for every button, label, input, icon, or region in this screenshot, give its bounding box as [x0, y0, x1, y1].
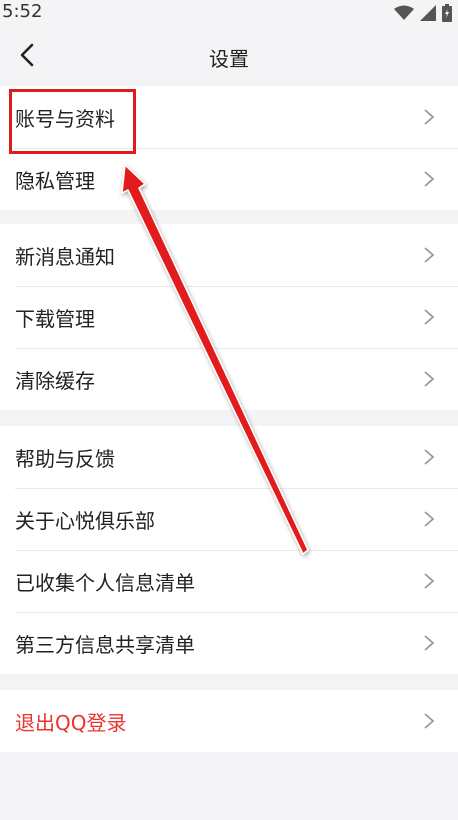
menu-item-label: 关于心悦俱乐部 [15, 508, 155, 533]
chevron-right-icon [424, 371, 435, 387]
menu-item-label: 隐私管理 [15, 168, 95, 193]
chevron-right-icon [424, 511, 435, 527]
signal-icon [420, 5, 436, 21]
chevron-right-icon [424, 247, 435, 263]
chevron-right-icon [424, 171, 435, 187]
menu-item-account-profile[interactable]: 账号与资料 [0, 86, 458, 148]
settings-group-about: 帮助与反馈 关于心悦俱乐部 已收集个人信息清单 第三方信息共享清单 [0, 426, 458, 674]
chevron-right-icon [424, 309, 435, 325]
settings-group-logout: 退出QQ登录 [0, 690, 458, 752]
menu-item-collected-info-list[interactable]: 已收集个人信息清单 [0, 550, 458, 612]
menu-item-notifications[interactable]: 新消息通知 [0, 224, 458, 286]
status-icons [394, 4, 452, 22]
menu-item-privacy[interactable]: 隐私管理 [0, 148, 458, 210]
status-time: 5:52 [2, 1, 43, 22]
chevron-right-icon [424, 449, 435, 465]
menu-item-label: 账号与资料 [15, 106, 115, 131]
menu-item-label: 帮助与反馈 [15, 446, 115, 471]
wifi-icon [394, 5, 414, 20]
page-title: 设置 [209, 47, 249, 71]
menu-item-downloads[interactable]: 下载管理 [0, 286, 458, 348]
status-bar: 5:52 [0, 0, 458, 26]
menu-item-third-party-sharing-list[interactable]: 第三方信息共享清单 [0, 612, 458, 674]
menu-item-help-feedback[interactable]: 帮助与反馈 [0, 426, 458, 488]
chevron-right-icon [424, 573, 435, 589]
logout-label: 退出QQ登录 [15, 710, 127, 735]
chevron-right-icon [424, 713, 435, 729]
menu-item-label: 第三方信息共享清单 [15, 632, 195, 657]
chevron-right-icon [424, 635, 435, 651]
menu-item-label: 已收集个人信息清单 [15, 570, 195, 595]
menu-item-clear-cache[interactable]: 清除缓存 [0, 348, 458, 410]
battery-icon [442, 4, 452, 22]
settings-group-account: 账号与资料 隐私管理 [0, 86, 458, 210]
menu-item-about[interactable]: 关于心悦俱乐部 [0, 488, 458, 550]
menu-item-label: 下载管理 [15, 306, 95, 331]
logout-button[interactable]: 退出QQ登录 [0, 690, 458, 752]
nav-bar: 设置 [0, 26, 458, 84]
settings-group-general: 新消息通知 下载管理 清除缓存 [0, 224, 458, 410]
menu-item-label: 清除缓存 [15, 368, 95, 393]
chevron-right-icon [424, 109, 435, 125]
menu-item-label: 新消息通知 [15, 244, 115, 269]
